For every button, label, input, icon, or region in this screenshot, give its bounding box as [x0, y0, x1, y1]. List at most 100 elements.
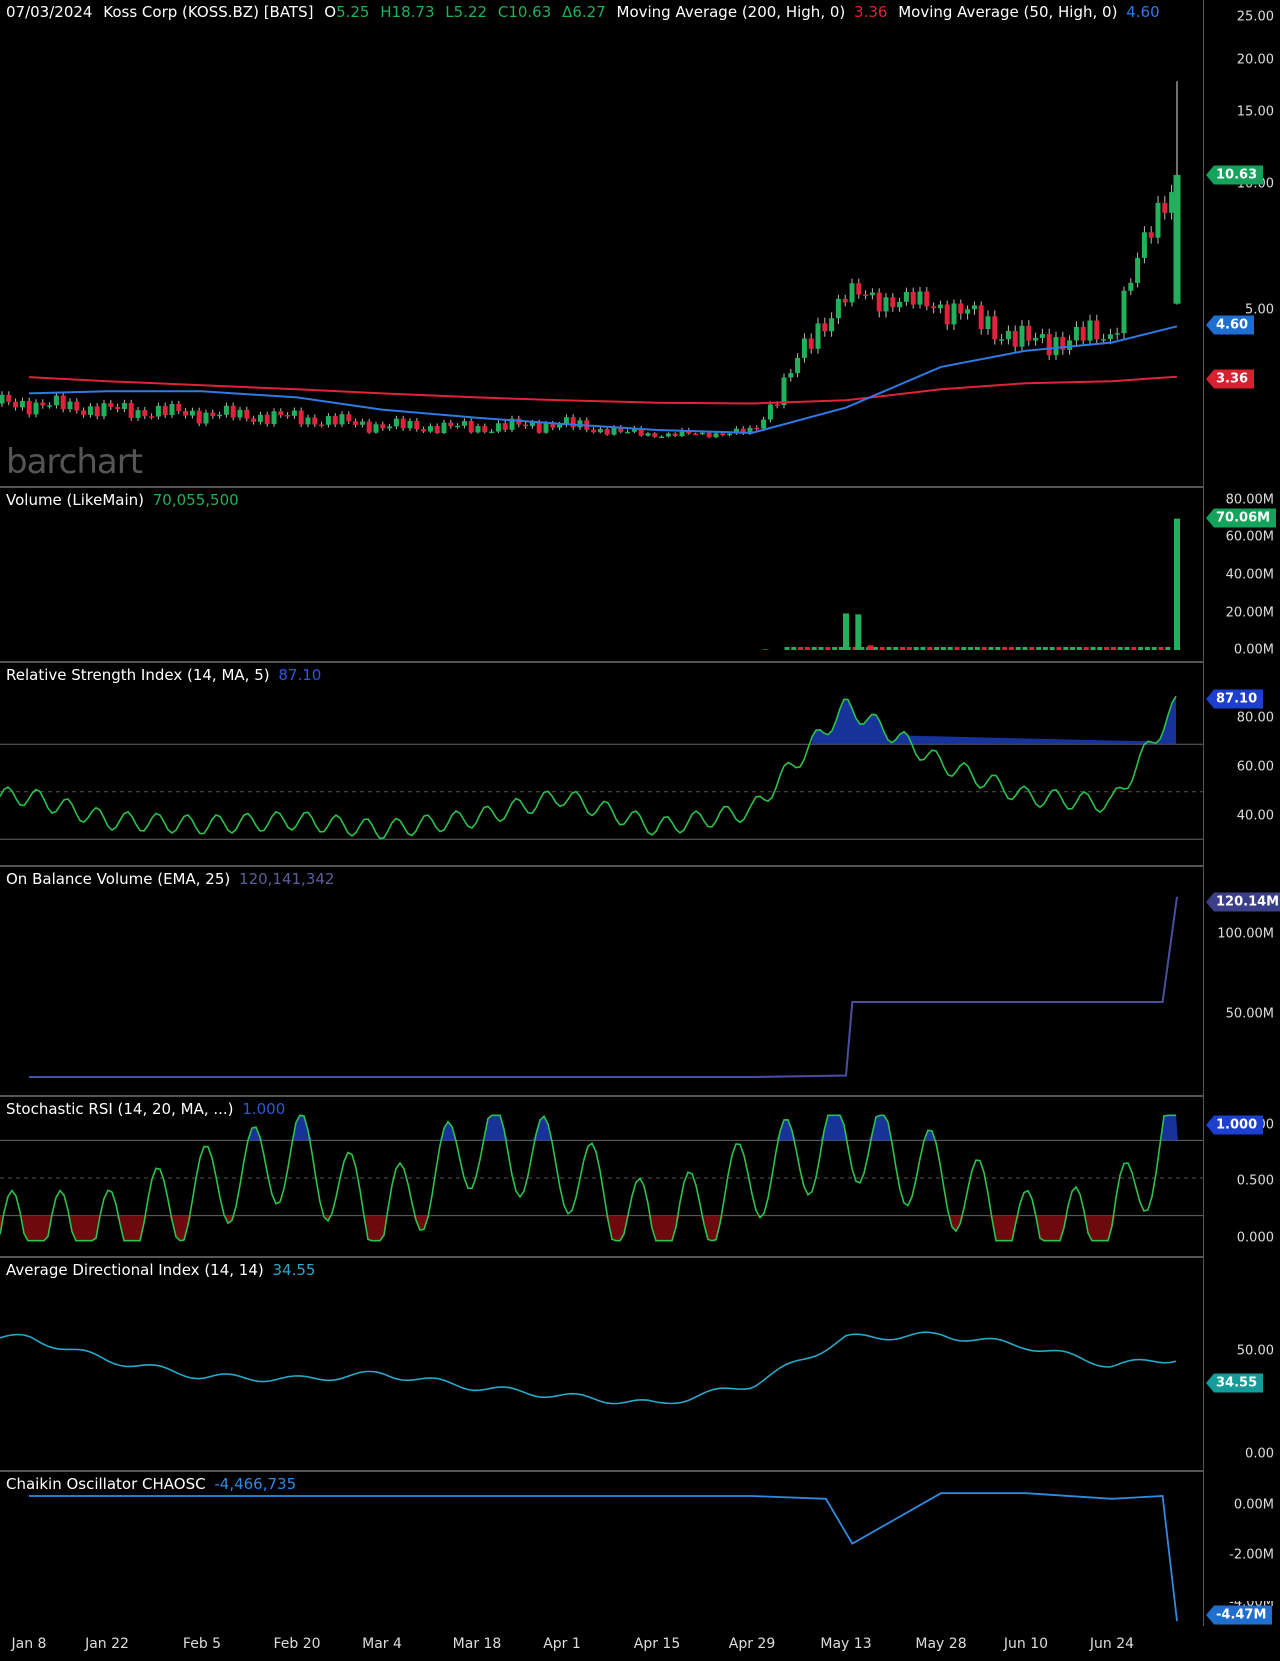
candle-body	[856, 283, 862, 295]
candle-body	[529, 422, 535, 427]
candle-body	[808, 338, 814, 349]
volume-plot[interactable]	[0, 488, 1203, 661]
price-tick: 5.00	[1245, 302, 1274, 318]
candle-body	[434, 426, 440, 434]
candle-body	[298, 410, 304, 425]
candle-body	[774, 404, 780, 406]
candle-body	[448, 422, 454, 427]
ma200-line	[28, 375, 1178, 405]
symbol-label[interactable]: Koss Corp (KOSS.BZ) [BATS]	[103, 3, 313, 21]
candle-body	[1128, 282, 1134, 291]
price-plot[interactable]	[0, 0, 1203, 486]
candle-body	[325, 416, 331, 425]
volume-legend: Volume (LikeMain) 70,055,500	[6, 491, 239, 509]
candle-body	[869, 292, 875, 296]
x-tick: Apr 29	[728, 1636, 776, 1652]
candle-body	[910, 291, 916, 305]
rsi-label[interactable]: Relative Strength Index (14, MA, 5)	[6, 666, 270, 684]
volume-bar	[867, 645, 874, 650]
candle-body	[597, 429, 603, 433]
stoch-rsi-plot[interactable]	[0, 1097, 1203, 1256]
obv-axis[interactable]: 100.00M 50.00M 120.14M	[1203, 867, 1280, 1095]
volume-bar-small	[1076, 647, 1082, 650]
candle-body	[128, 403, 134, 418]
candle-body	[67, 401, 73, 410]
obv-line	[29, 896, 1178, 1078]
volume-bar-small	[1165, 647, 1171, 650]
candle-body	[203, 412, 209, 424]
price-pane[interactable]: 07/03/2024 Koss Corp (KOSS.BZ) [BATS] O5…	[0, 0, 1280, 486]
stoch-rsi-pane[interactable]: Stochastic RSI (14, 20, MA, ...) 1.000 1…	[0, 1097, 1280, 1256]
rsi-axis[interactable]: 80.00 60.00 40.00 87.10	[1203, 663, 1280, 865]
volume-bar-small	[974, 647, 980, 650]
candle-body	[373, 424, 379, 433]
x-tick: Apr 1	[543, 1636, 581, 1652]
candle-body	[264, 414, 270, 424]
candle-body	[985, 316, 991, 330]
candle-body	[863, 294, 869, 296]
time-axis[interactable]: Jan 8 Jan 22 Feb 5 Feb 20 Mar 4 Mar 18 A…	[0, 1626, 1203, 1661]
candle-body	[407, 420, 413, 429]
obv-pane[interactable]: On Balance Volume (EMA, 25) 120,141,342 …	[0, 867, 1280, 1095]
candle-body	[359, 421, 365, 425]
volume-axis[interactable]: 80.00M 60.00M 40.00M 20.00M 0.00M 70.06M	[1203, 488, 1280, 661]
stoch-rsi-label[interactable]: Stochastic RSI (14, 20, MA, ...)	[6, 1100, 234, 1118]
obv-label[interactable]: On Balance Volume (EMA, 25)	[6, 870, 230, 888]
candle-body	[223, 405, 229, 415]
candle-body	[6, 394, 12, 402]
volume-pane[interactable]: Volume (LikeMain) 70,055,500 80.00M 60.0…	[0, 488, 1280, 661]
volume-bar-small	[1090, 647, 1096, 650]
volume-bar-small	[1056, 647, 1062, 650]
volume-bar-small	[1029, 647, 1035, 650]
candle-body	[965, 309, 971, 314]
volume-bar-small	[832, 647, 838, 650]
rsi-value: 87.10	[278, 666, 322, 684]
rsi-tick: 40.00	[1236, 808, 1274, 824]
volume-bar-small	[818, 647, 824, 650]
chaikin-pane[interactable]: Chaikin Oscillator CHAOSC -4,466,735 0.0…	[0, 1472, 1280, 1626]
volume-badge: 70.06M	[1206, 508, 1277, 528]
candle-body	[183, 411, 189, 416]
rsi-plot[interactable]	[0, 663, 1203, 865]
chaikin-label[interactable]: Chaikin Oscillator CHAOSC	[6, 1475, 206, 1493]
obv-plot[interactable]	[0, 867, 1203, 1095]
rsi-tick: 60.00	[1236, 759, 1274, 775]
candle-body	[502, 423, 508, 430]
volume-bar-small	[1070, 647, 1076, 650]
ma200-badge: 3.36	[1206, 369, 1255, 389]
candle-body	[169, 404, 175, 415]
x-tick: Apr 15	[633, 1636, 681, 1652]
adx-axis[interactable]: 50.00 0.00 34.55	[1203, 1258, 1280, 1470]
ma50-label[interactable]: Moving Average (50, High, 0)	[898, 3, 1117, 21]
candle-body	[611, 427, 617, 435]
adx-label[interactable]: Average Directional Index (14, 14)	[6, 1261, 264, 1279]
ma200-label[interactable]: Moving Average (200, High, 0)	[617, 3, 846, 21]
chaikin-badge: -4.47M	[1206, 1605, 1273, 1625]
volume-tick: 0.00M	[1233, 642, 1274, 658]
candle-body	[421, 429, 427, 432]
chart-root: 07/03/2024 Koss Corp (KOSS.BZ) [BATS] O5…	[0, 0, 1280, 1661]
rsi-pane[interactable]: Relative Strength Index (14, MA, 5) 87.1…	[0, 663, 1280, 865]
candle-body	[1107, 334, 1113, 340]
chaikin-axis[interactable]: 0.00M -2.00M -4.00M -4.47M	[1203, 1472, 1280, 1626]
volume-label[interactable]: Volume (LikeMain)	[6, 491, 144, 509]
obv-tick: 100.00M	[1217, 926, 1274, 942]
adx-pane[interactable]: Average Directional Index (14, 14) 34.55…	[0, 1258, 1280, 1470]
candle-body	[230, 405, 236, 418]
candle-body	[937, 304, 943, 309]
adx-plot[interactable]	[0, 1258, 1203, 1470]
x-tick: Jan 22	[85, 1636, 129, 1652]
candle-body	[251, 418, 257, 422]
price-axis[interactable]: 25.00 20.00 15.00 10.00 5.00 10.63 4.60 …	[1203, 0, 1280, 486]
stoch-rsi-axis[interactable]: 1.000 0.500 0.000 1.000	[1203, 1097, 1280, 1256]
volume-bar-small	[1110, 647, 1116, 650]
candle-body	[835, 298, 841, 319]
candle-body	[489, 431, 495, 434]
volume-bar-small	[1158, 647, 1164, 650]
candle-body	[557, 424, 563, 428]
candle-body	[1121, 290, 1127, 334]
candle-body	[155, 405, 161, 417]
volume-bar-small	[1124, 647, 1130, 650]
chaikin-plot[interactable]	[0, 1472, 1203, 1626]
x-tick: Mar 18	[452, 1636, 502, 1652]
